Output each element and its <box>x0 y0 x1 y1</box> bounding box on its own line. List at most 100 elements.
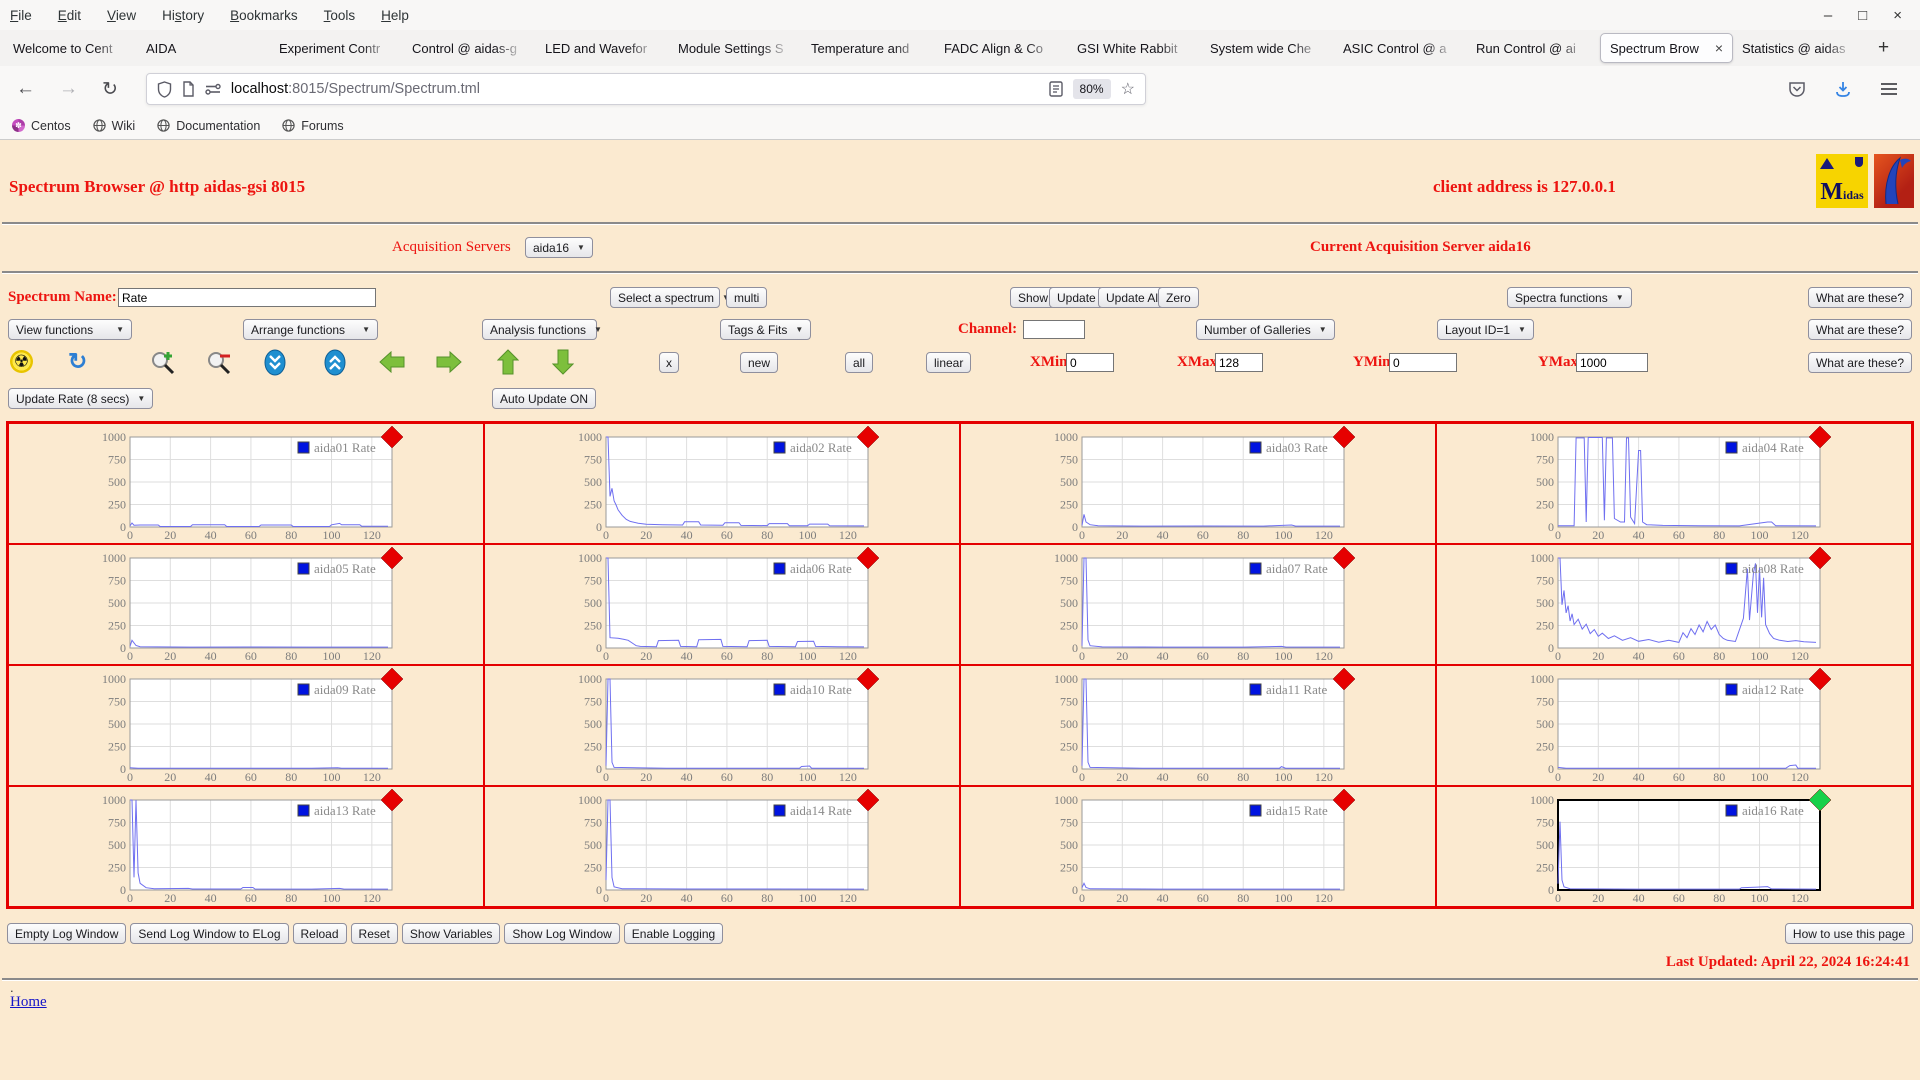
new-tab-button[interactable]: + <box>1866 37 1901 59</box>
spectrum-cell-aida13[interactable]: 0 250 500 750 1000 0 20 40 60 80 100 120 aida13 Rate <box>8 786 484 907</box>
tab-experiment-contr[interactable]: Experiment Contr <box>270 33 403 63</box>
footer-button-enable-logging[interactable]: Enable Logging <box>623 923 724 944</box>
tab-welcome-to-cent[interactable]: Welcome to Cent <box>4 33 137 63</box>
pocket-icon[interactable] <box>1788 80 1806 98</box>
prev-green-arrow-icon[interactable] <box>379 351 405 373</box>
back-icon[interactable]: ← <box>16 78 35 100</box>
radiation-icon[interactable]: ☢ <box>10 350 33 373</box>
analysis-functions-dropdown[interactable]: Analysis functions ▼ <box>482 319 602 340</box>
spectrum-cell-aida10[interactable]: 0 250 500 750 1000 0 20 40 60 80 100 120 aida10 Rate <box>484 665 960 786</box>
spectrum-cell-aida02[interactable]: 0 250 500 750 1000 0 20 40 60 80 100 120 aida02 Rate <box>484 423 960 544</box>
channel-input[interactable] <box>1023 320 1085 339</box>
layout-id-dropdown[interactable]: Layout ID=1 ▼ <box>1437 319 1534 340</box>
footer-button-send-log-window-to-elog[interactable]: Send Log Window to ELog <box>130 923 289 944</box>
spectrum-cell-aida05[interactable]: 0 250 500 750 1000 0 20 40 60 80 100 120 aida05 Rate <box>8 544 484 665</box>
bookmark-documentation[interactable]: Documentation <box>157 119 260 133</box>
download-icon[interactable] <box>1834 80 1852 98</box>
spectrum-cell-aida12[interactable]: 0 250 500 750 1000 0 20 40 60 80 100 120 aida12 Rate <box>1436 665 1912 786</box>
zoom-level-badge[interactable]: 80% <box>1072 79 1111 99</box>
arrange-functions-dropdown[interactable]: Arrange functions ▼ <box>243 319 378 340</box>
reader-mode-icon[interactable] <box>1048 81 1063 97</box>
close-button[interactable]: × <box>1893 7 1902 24</box>
x-toggle-button[interactable]: x <box>659 352 679 373</box>
spectrum-cell-aida15[interactable]: 0 250 500 750 1000 0 20 40 60 80 100 120 aida15 Rate <box>960 786 1436 907</box>
bookmark-wiki[interactable]: Wiki <box>92 119 135 133</box>
spectrum-cell-aida14[interactable]: 0 250 500 750 1000 0 20 40 60 80 100 120 aida14 Rate <box>484 786 960 907</box>
permissions-icon[interactable] <box>205 83 221 95</box>
footer-button-reset[interactable]: Reset <box>350 923 398 944</box>
menu-history[interactable]: History <box>162 8 204 23</box>
tab-temperature-and[interactable]: Temperature and <box>802 33 935 63</box>
tab-gsi-white-rabbit[interactable]: GSI White Rabbit <box>1068 33 1201 63</box>
tab-control-aidas-g[interactable]: Control @ aidas-g <box>403 33 536 63</box>
scroll-up-icon[interactable] <box>323 349 347 376</box>
footer-button-reload[interactable]: Reload <box>292 923 347 944</box>
bookmark-forums[interactable]: Forums <box>282 119 344 133</box>
multi-button[interactable]: multi <box>726 287 768 308</box>
tags-fits-dropdown[interactable]: Tags & Fits ▼ <box>720 319 812 340</box>
menu-help[interactable]: Help <box>381 8 409 23</box>
bookmark-star-icon[interactable]: ☆ <box>1121 79 1135 99</box>
shield-icon[interactable] <box>157 80 172 98</box>
maximize-button[interactable]: □ <box>1858 7 1867 24</box>
minimize-button[interactable]: – <box>1824 7 1832 24</box>
ymax-input[interactable] <box>1576 353 1648 372</box>
menu-bookmarks[interactable]: Bookmarks <box>230 8 298 23</box>
tab-fadc-align-co[interactable]: FADC Align & Co <box>935 33 1068 63</box>
reload-icon[interactable]: ↻ <box>102 78 118 101</box>
view-functions-dropdown[interactable]: View functions ▼ <box>8 319 132 340</box>
auto-update-button[interactable]: Auto Update ON <box>492 388 597 409</box>
select-spectrum-dropdown[interactable]: Select a spectrum▼ <box>610 287 730 308</box>
tab-statistics-aidas[interactable]: Statistics @ aidas <box>1733 33 1866 63</box>
down-green-arrow-icon[interactable] <box>552 349 574 375</box>
footer-button-show-variables[interactable]: Show Variables <box>401 923 501 944</box>
footer-button-empty-log-window[interactable]: Empty Log Window <box>7 923 127 944</box>
xmax-input[interactable] <box>1215 353 1263 372</box>
url-text[interactable]: localhost:8015/Spectrum/Spectrum.tml <box>231 81 1049 97</box>
tab-run-control-ai[interactable]: Run Control @ ai <box>1467 33 1600 63</box>
tab-asic-control-a[interactable]: ASIC Control @ a <box>1334 33 1467 63</box>
what-are-these-button-3[interactable]: What are these? <box>1807 352 1912 373</box>
tab-system-wide-che[interactable]: System wide Che <box>1201 33 1334 63</box>
up-green-arrow-icon[interactable] <box>497 349 519 375</box>
spectrum-cell-aida07[interactable]: 0 250 500 750 1000 0 20 40 60 80 100 120 aida07 Rate <box>960 544 1436 665</box>
what-are-these-button-2[interactable]: What are these? <box>1807 319 1912 340</box>
footer-button-show-log-window[interactable]: Show Log Window <box>504 923 620 944</box>
zoom-out-icon[interactable] <box>206 350 232 376</box>
spectrum-name-input[interactable] <box>118 288 376 307</box>
spectrum-cell-aida09[interactable]: 0 250 500 750 1000 0 20 40 60 80 100 120 aida09 Rate <box>8 665 484 786</box>
forward-icon[interactable]: → <box>59 78 78 100</box>
spectrum-cell-aida04[interactable]: 0 250 500 750 1000 0 20 40 60 80 100 120 aida04 Rate <box>1436 423 1912 544</box>
scroll-down-icon[interactable] <box>263 349 287 376</box>
update-button[interactable]: Update <box>1049 287 1104 308</box>
refresh-icon[interactable]: ↻ <box>68 350 87 373</box>
close-tab-icon[interactable]: × <box>1715 40 1723 56</box>
page-icon[interactable] <box>182 81 195 97</box>
linear-button[interactable]: linear <box>926 352 972 373</box>
zero-button[interactable]: Zero <box>1158 287 1199 308</box>
xmin-input[interactable] <box>1066 353 1114 372</box>
zoom-in-icon[interactable] <box>150 350 176 376</box>
home-link[interactable]: Home <box>10 994 47 1011</box>
spectrum-cell-aida03[interactable]: 0 250 500 750 1000 0 20 40 60 80 100 120 aida03 Rate <box>960 423 1436 544</box>
hamburger-menu-icon[interactable] <box>1880 82 1898 96</box>
tab-module-settings-s[interactable]: Module Settings S <box>669 33 802 63</box>
spectrum-cell-aida06[interactable]: 0 250 500 750 1000 0 20 40 60 80 100 120 aida06 Rate <box>484 544 960 665</box>
tab-spectrum-brow[interactable]: Spectrum Brow × <box>1600 33 1733 63</box>
menu-tools[interactable]: Tools <box>324 8 356 23</box>
menu-view[interactable]: View <box>107 8 136 23</box>
number-of-galleries-dropdown[interactable]: Number of Galleries ▼ <box>1196 319 1335 340</box>
ymin-input[interactable] <box>1389 353 1457 372</box>
spectrum-cell-aida11[interactable]: 0 250 500 750 1000 0 20 40 60 80 100 120 aida11 Rate <box>960 665 1436 786</box>
spectrum-cell-aida01[interactable]: 0 250 500 750 1000 0 20 40 60 80 100 120 aida01 Rate <box>8 423 484 544</box>
what-are-these-button-1[interactable]: What are these? <box>1807 287 1912 308</box>
spectrum-cell-aida08[interactable]: 0 250 500 750 1000 0 20 40 60 80 100 120 aida08 Rate <box>1436 544 1912 665</box>
acquisition-server-select[interactable]: aida16 ▼ <box>525 237 593 258</box>
url-bar[interactable]: localhost:8015/Spectrum/Spectrum.tml 80%… <box>145 73 1146 105</box>
next-green-arrow-icon[interactable] <box>436 351 462 373</box>
new-button[interactable]: new <box>740 352 779 373</box>
menu-edit[interactable]: Edit <box>58 8 81 23</box>
menu-file[interactable]: File <box>10 8 32 23</box>
spectra-functions-dropdown[interactable]: Spectra functions ▼ <box>1507 287 1632 308</box>
how-to-use-button[interactable]: How to use this page <box>1784 923 1913 944</box>
